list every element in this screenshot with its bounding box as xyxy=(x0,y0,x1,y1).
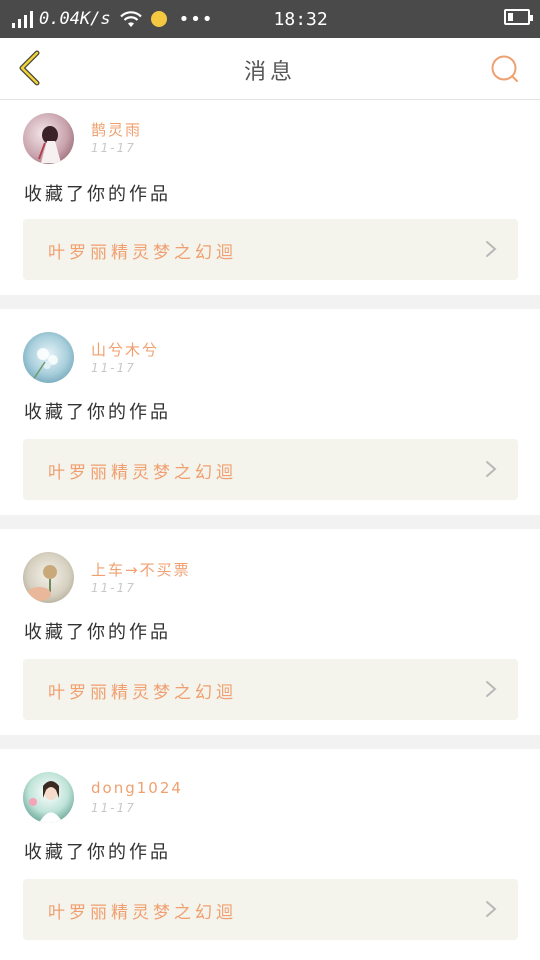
notification-dot-icon xyxy=(150,11,167,27)
more-notifications-icon: ••• xyxy=(178,8,214,30)
message-time: 11-17 xyxy=(91,581,136,595)
avatar[interactable] xyxy=(23,332,74,383)
avatar[interactable] xyxy=(23,772,74,823)
work-title: 叶罗丽精灵梦之幻迴 xyxy=(48,243,237,263)
message-text: 收藏了你的作品 xyxy=(24,622,171,643)
user-name[interactable]: dong1024 xyxy=(91,779,183,797)
signal-icon xyxy=(12,10,33,28)
message-time: 11-17 xyxy=(91,361,136,375)
message-item: 山兮木兮 11-17 收藏了你的作品 叶罗丽精灵梦之幻迴 xyxy=(0,309,540,515)
message-list: 鹊灵雨 11-17 收藏了你的作品 叶罗丽精灵梦之幻迴 山兮木兮 11-17 收… xyxy=(0,101,540,955)
search-icon xyxy=(491,55,518,82)
page-title: 消息 xyxy=(243,60,296,85)
message-text: 收藏了你的作品 xyxy=(24,184,171,205)
message-time: 11-17 xyxy=(91,801,136,815)
avatar-image xyxy=(29,781,63,823)
status-bar: 0.04K/s ••• 18:32 xyxy=(0,0,540,38)
avatar-image xyxy=(27,565,57,601)
chevron-right-icon xyxy=(486,901,497,917)
title-bar: 消息 xyxy=(0,38,540,100)
work-link[interactable]: 叶罗丽精灵梦之幻迴 xyxy=(23,439,518,500)
wifi-icon xyxy=(119,11,142,27)
status-time: 18:32 xyxy=(273,8,328,30)
avatar[interactable] xyxy=(23,113,74,164)
network-speed: 0.04K/s xyxy=(39,9,111,29)
message-item: 鹊灵雨 11-17 收藏了你的作品 叶罗丽精灵梦之幻迴 xyxy=(0,101,540,295)
user-name[interactable]: 山兮木兮 xyxy=(91,339,159,360)
divider xyxy=(0,515,540,529)
work-title: 叶罗丽精灵梦之幻迴 xyxy=(48,903,237,923)
work-title: 叶罗丽精灵梦之幻迴 xyxy=(48,463,237,483)
divider xyxy=(0,735,540,749)
work-title: 叶罗丽精灵梦之幻迴 xyxy=(48,683,237,703)
avatar-image xyxy=(32,348,58,381)
work-link[interactable]: 叶罗丽精灵梦之幻迴 xyxy=(23,219,518,280)
user-name[interactable]: 上车→不买票 xyxy=(91,559,191,580)
search-button[interactable] xyxy=(488,52,522,86)
message-text: 收藏了你的作品 xyxy=(24,402,171,423)
chevron-right-icon xyxy=(486,241,497,257)
message-item: dong1024 11-17 收藏了你的作品 叶罗丽精灵梦之幻迴 xyxy=(0,749,540,955)
chevron-right-icon xyxy=(486,461,497,477)
message-time: 11-17 xyxy=(91,141,136,155)
avatar-image xyxy=(38,126,61,163)
user-name[interactable]: 鹊灵雨 xyxy=(91,119,142,140)
battery-icon xyxy=(504,9,533,25)
work-link[interactable]: 叶罗丽精灵梦之幻迴 xyxy=(23,659,518,720)
divider xyxy=(0,295,540,309)
message-text: 收藏了你的作品 xyxy=(24,842,171,863)
avatar[interactable] xyxy=(23,552,74,603)
work-link[interactable]: 叶罗丽精灵梦之幻迴 xyxy=(23,879,518,940)
message-item: 上车→不买票 11-17 收藏了你的作品 叶罗丽精灵梦之幻迴 xyxy=(0,529,540,735)
chevron-right-icon xyxy=(486,681,497,697)
